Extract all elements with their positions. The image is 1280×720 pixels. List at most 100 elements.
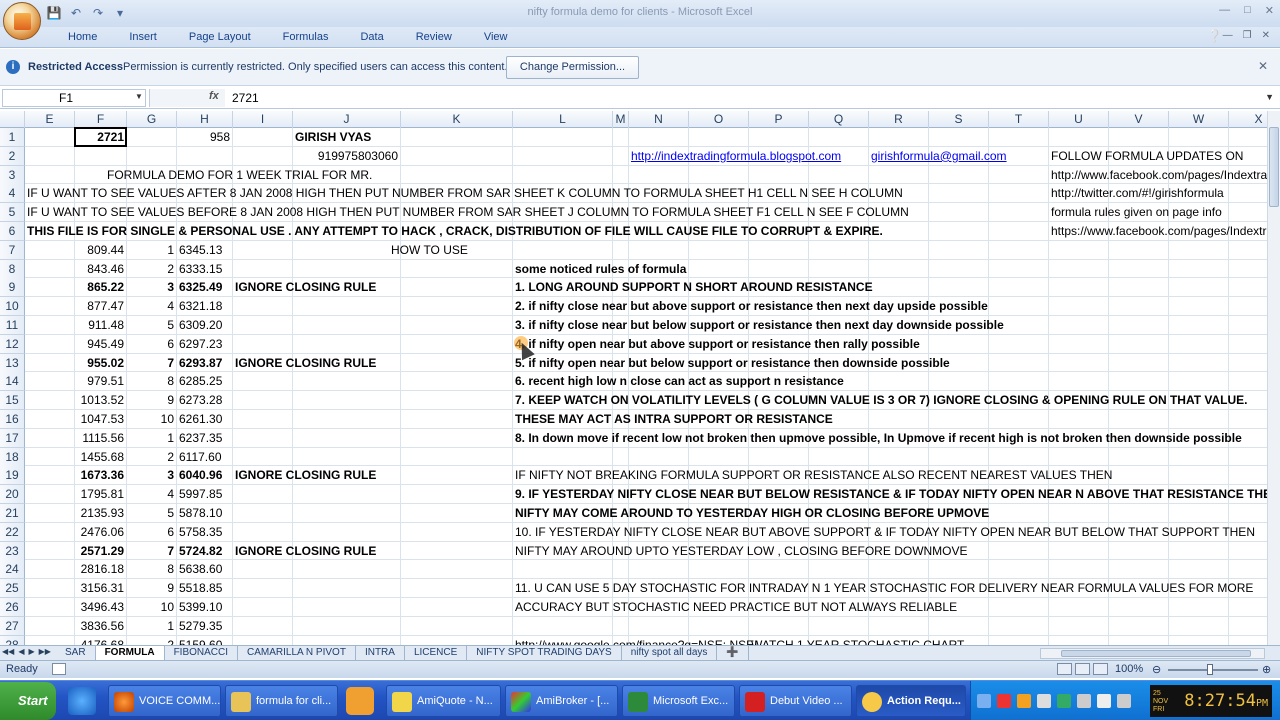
cell[interactable]: 4. if nifty open near but above support … [515,335,920,353]
change-permission-button[interactable]: Change Permission... [506,56,639,79]
row-header-26[interactable]: 26 [0,598,25,617]
row-header-27[interactable]: 27 [0,616,25,636]
tray-app-icon[interactable] [1057,694,1071,708]
tab-data[interactable]: Data [344,29,399,47]
cell-g[interactable]: 5 [127,316,174,334]
first-sheet-icon[interactable]: ◀◀ [2,647,14,656]
row-header-5[interactable]: 5 [0,203,25,223]
tab-formulas[interactable]: Formulas [267,29,345,47]
column-header-s[interactable]: S [929,111,989,128]
cell-f[interactable]: 2571.29 [75,542,124,560]
column-header-f[interactable]: F [75,111,127,128]
internet-explorer-icon[interactable] [68,687,96,715]
row-header-6[interactable]: 6 [0,222,25,241]
cell-g[interactable]: 8 [127,372,174,390]
cell-h[interactable]: 6285.25 [179,372,222,390]
cell-f[interactable]: 1047.53 [75,410,124,428]
cell-ignore-rule[interactable]: IGNORE CLOSING RULE [235,466,376,484]
cell[interactable]: NIFTY MAY COME AROUND TO YESTERDAY HIGH … [515,504,989,522]
minimize-icon[interactable]: — [1219,4,1230,17]
row-header-20[interactable]: 20 [0,485,25,505]
workbook-close-icon[interactable]: ✕ [1262,30,1270,41]
tray-misc-icon[interactable] [1097,694,1111,708]
column-header-u[interactable]: U [1049,111,1109,128]
cell[interactable]: HOW TO USE [391,241,468,259]
taskbar-item-action-required[interactable]: Action Requ... [856,685,966,717]
cell-f[interactable]: 865.22 [75,278,124,296]
row-header-3[interactable]: 3 [0,165,25,185]
cell-h[interactable]: 5997.85 [179,485,222,503]
message-close-icon[interactable]: ✕ [1258,59,1268,73]
tab-view[interactable]: View [468,29,524,47]
cell[interactable]: 11. U CAN USE 5 DAY STOCHASTIC FOR INTRA… [515,579,1253,597]
column-header-e[interactable]: E [25,111,75,128]
tray-alert-icon[interactable] [1017,694,1031,708]
network-icon[interactable] [1077,694,1091,708]
vertical-scroll-thumb[interactable] [1269,127,1279,207]
cell-g[interactable]: 7 [127,542,174,560]
cell-g[interactable]: 10 [127,410,174,428]
close-icon[interactable]: ✕ [1265,4,1274,17]
cell[interactable]: IF U WANT TO SEE VALUES BEFORE 8 JAN 200… [27,203,909,221]
cell-g[interactable]: 6 [127,335,174,353]
row-header-19[interactable]: 19 [0,466,25,486]
tab-page-layout[interactable]: Page Layout [173,29,267,47]
cell-f[interactable]: 3496.43 [75,598,124,616]
customize-qat-icon[interactable]: ▾ [112,5,128,21]
cell[interactable]: formula rules given on page info [1051,203,1222,221]
cell-h[interactable]: 5518.85 [179,579,222,597]
row-header-16[interactable]: 16 [0,410,25,429]
cell-g[interactable]: 2 [127,448,174,466]
column-header-k[interactable]: K [401,111,513,128]
column-header-i[interactable]: I [233,111,293,128]
cell-f[interactable]: 1795.81 [75,485,124,503]
help-icon[interactable]: ❔ [1207,29,1222,43]
cell-f[interactable]: 1455.68 [75,448,124,466]
cell[interactable]: 958 [177,128,230,146]
cell-g[interactable]: 9 [127,579,174,597]
insert-sheet-icon[interactable]: ➕ [717,646,749,660]
zoom-slider-knob[interactable] [1207,664,1213,675]
zoom-level[interactable]: 100% [1115,663,1143,675]
cell-ignore-rule[interactable]: IGNORE CLOSING RULE [235,354,376,372]
cell-f[interactable]: 911.48 [75,316,124,334]
tray-security-icon[interactable] [997,694,1011,708]
cell[interactable]: 1. LONG AROUND SUPPORT N SHORT AROUND RE… [515,278,873,296]
page-layout-view-button[interactable] [1075,663,1090,675]
tab-insert[interactable]: Insert [113,29,173,47]
cell-g[interactable]: 1 [127,429,174,447]
cell-g[interactable]: 10 [127,598,174,616]
cell-h[interactable]: 5758.35 [179,523,222,541]
zoom-out-icon[interactable]: ⊖ [1152,663,1161,676]
cell-f[interactable]: 979.51 [75,372,124,390]
cell[interactable]: 7. KEEP WATCH ON VOLATILITY LEVELS ( G C… [515,391,1248,409]
page-break-view-button[interactable] [1093,663,1108,675]
cell-h[interactable]: 6297.23 [179,335,222,353]
cell-h[interactable]: 5159.60 [179,636,222,645]
column-header-q[interactable]: Q [809,111,869,128]
row-header-22[interactable]: 22 [0,522,25,542]
cell-h[interactable]: 6273.28 [179,391,222,409]
column-header-g[interactable]: G [127,111,177,128]
last-sheet-icon[interactable]: ▶▶ [39,647,51,656]
row-header-23[interactable]: 23 [0,541,25,561]
cell-f[interactable]: 945.49 [75,335,124,353]
cell-f[interactable]: 2135.93 [75,504,124,522]
cell-h[interactable]: 6321.18 [179,297,222,315]
column-header-n[interactable]: N [629,111,689,128]
cell-ignore-rule[interactable]: IGNORE CLOSING RULE [235,542,376,560]
cell-f[interactable]: 1673.36 [75,466,124,484]
taskbar-item-debut[interactable]: Debut Video ... [739,685,852,717]
column-header-t[interactable]: T [989,111,1049,128]
sheet-tab-sar[interactable]: SAR [56,646,96,660]
workbook-restore-icon[interactable]: ❐ [1243,30,1252,41]
cell-f[interactable]: 843.46 [75,260,124,278]
cell-area[interactable]: 2721 958 GIRISH VYAS 919975803060 http://ind… [25,127,1267,645]
row-header-12[interactable]: 12 [0,334,25,354]
volume-icon[interactable] [1037,694,1051,708]
sheet-tab-camarilla-n-pivot[interactable]: CAMARILLA N PIVOT [238,646,356,660]
cell-g[interactable]: 6 [127,523,174,541]
normal-view-button[interactable] [1057,663,1072,675]
cell-h[interactable]: 5724.82 [179,542,222,560]
taskbar-item-excel[interactable]: Microsoft Exc... [622,685,735,717]
